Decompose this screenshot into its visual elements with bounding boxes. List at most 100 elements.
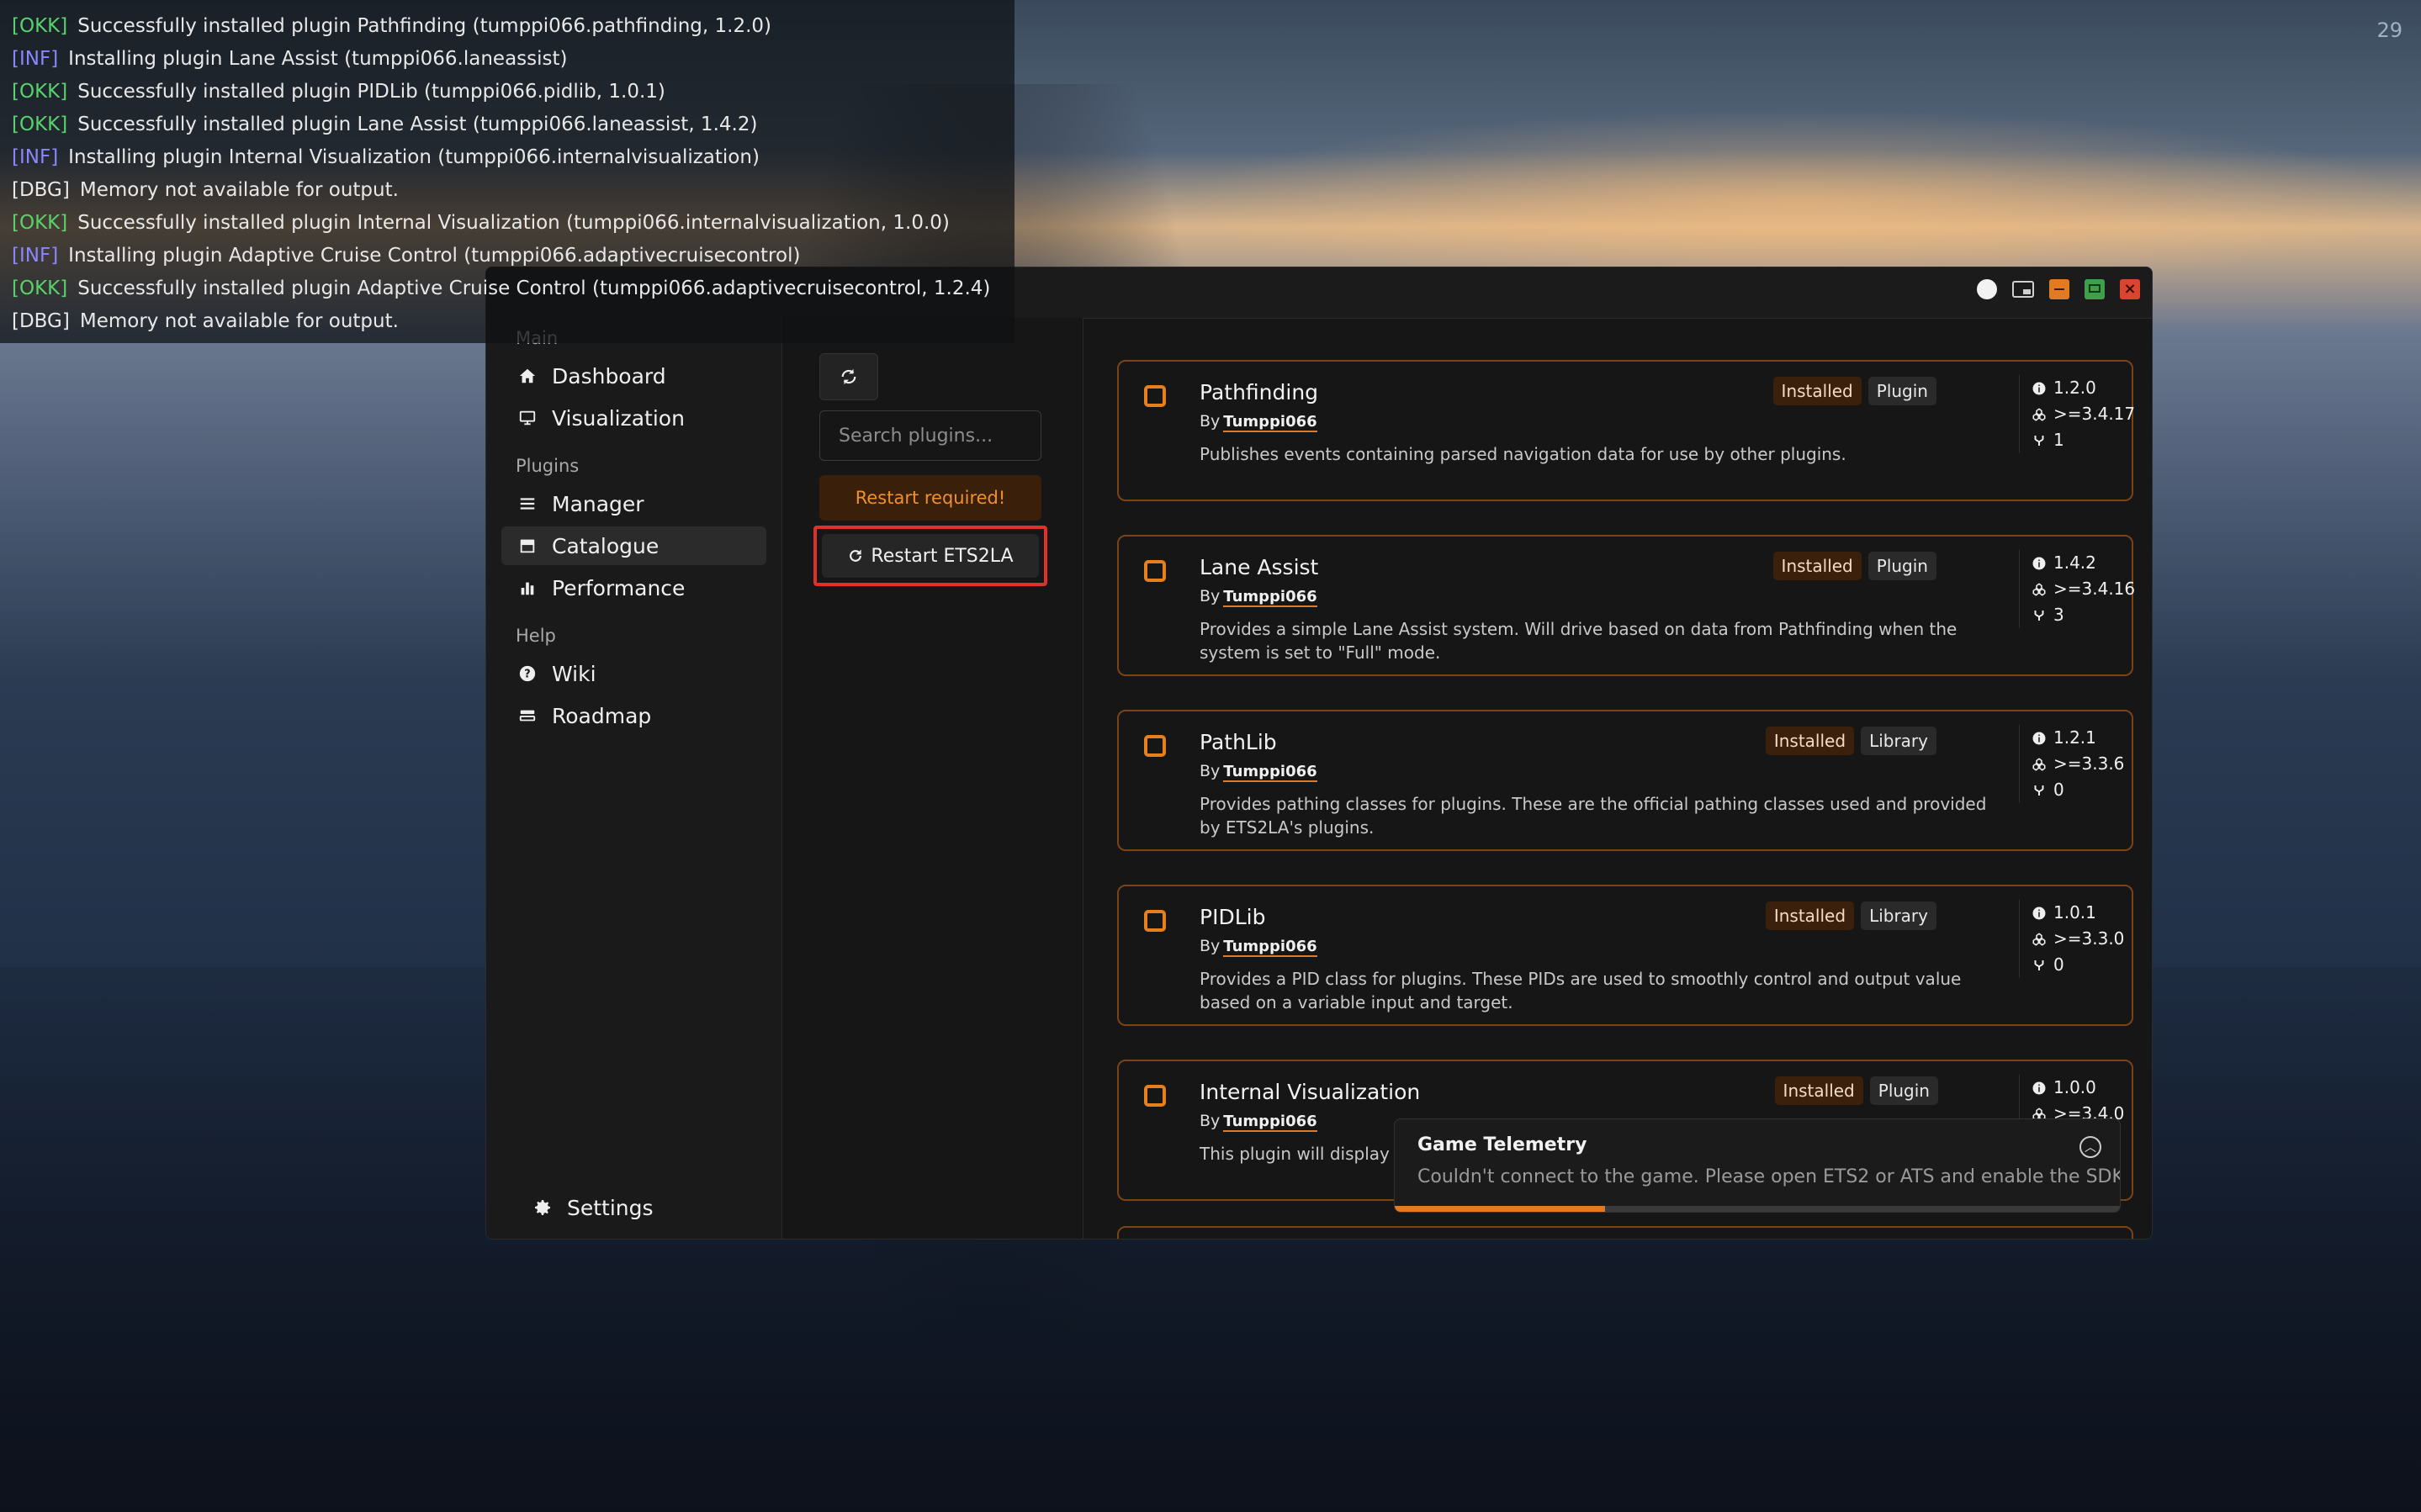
home-icon xyxy=(517,365,538,387)
author-link[interactable]: Tumppi066 xyxy=(1223,588,1317,607)
version-row: 1.2.0 xyxy=(2032,375,2132,401)
sidebar-item-visualization[interactable]: Visualization xyxy=(501,399,766,437)
restart-button[interactable]: Restart ETS2LA xyxy=(822,534,1039,578)
plugin-dependents: 3 xyxy=(2053,605,2064,625)
log-text: Successfully installed plugin Lane Assis… xyxy=(77,114,758,135)
plugin-description: Provides a simple Lane Assist system. Wi… xyxy=(1200,619,1957,663)
toast-message: Couldn't connect to the game. Please ope… xyxy=(1417,1166,2121,1187)
plugin-description: Publishes events containing parsed navig… xyxy=(1200,444,1846,464)
author-link[interactable]: Tumppi066 xyxy=(1223,938,1317,957)
info-icon xyxy=(2032,731,2047,746)
plugin-version: 1.2.0 xyxy=(2053,378,2096,398)
svg-text:?: ? xyxy=(524,669,530,681)
plugin-name: PIDLib xyxy=(1200,905,1266,929)
sidebar-item-roadmap[interactable]: Roadmap xyxy=(501,696,766,735)
notification-toast[interactable]: Game Telemetry Couldn't connect to the g… xyxy=(1394,1118,2121,1213)
monitor-icon xyxy=(517,407,538,429)
plugin-meta: 1.2.0 >=3.4.17 1 xyxy=(2019,375,2135,453)
dependents-row: 0 xyxy=(2032,777,2132,803)
sidebar-item-manager[interactable]: Manager xyxy=(501,484,766,523)
sidebar-section-heading: Help xyxy=(516,626,556,646)
corner-counter: 29 xyxy=(2376,19,2402,42)
dependencies-icon xyxy=(2032,932,2047,947)
search-input[interactable] xyxy=(819,410,1041,461)
fork-icon xyxy=(2032,433,2047,448)
list-icon xyxy=(517,493,538,515)
sidebar-item-dashboard[interactable]: Dashboard xyxy=(501,357,766,395)
minimize-button[interactable] xyxy=(2049,279,2069,299)
plugin-name: Internal Visualization xyxy=(1200,1080,1421,1104)
plugin-meta: 1.4.2 >=3.4.16 3 xyxy=(2019,550,2135,628)
dependents-row: 3 xyxy=(2032,602,2132,628)
picture-in-picture-icon[interactable] xyxy=(2012,281,2034,298)
log-line: [OKK] Successfully installed plugin PIDLi… xyxy=(12,76,1003,108)
fork-icon xyxy=(2032,783,2047,798)
log-line: [INF] Installing plugin Internal Visualiz… xyxy=(12,141,1003,174)
log-level: [DBG] xyxy=(12,310,70,332)
sidebar-item-settings[interactable]: Settings xyxy=(517,1188,797,1227)
version-row: 1.0.0 xyxy=(2032,1075,2132,1101)
sidebar-item-label: Settings xyxy=(567,1195,654,1220)
sidebar-item-wiki[interactable]: ? Wiki xyxy=(501,654,766,693)
sidebar-item-performance[interactable]: Performance xyxy=(501,568,766,607)
log-line: [OKK] Successfully installed plugin Inter… xyxy=(12,207,1003,240)
plugin-card[interactable]: PathLib By Tumppi066 Provides pathing class… xyxy=(1117,710,2133,851)
author-link[interactable]: Tumppi066 xyxy=(1223,763,1317,782)
requires-row: >=3.4.16 xyxy=(2032,576,2135,602)
refresh-button[interactable] xyxy=(819,353,878,400)
plugin-card[interactable]: Lane Assist By Tumppi066 Provides a simple … xyxy=(1117,535,2135,676)
log-level: [OKK] xyxy=(12,278,68,299)
plugin-author-line: By Tumppi066 xyxy=(1200,587,1317,607)
plugin-checkbox[interactable] xyxy=(1144,735,1166,757)
plugin-badges: Installed Library xyxy=(1765,901,1936,930)
plugin-requires: >=3.3.0 xyxy=(2053,928,2125,949)
log-text: Memory not available for output. xyxy=(79,179,399,201)
dependencies-icon xyxy=(2032,582,2047,597)
maximize-button[interactable] xyxy=(2085,279,2105,299)
close-button[interactable]: × xyxy=(2120,279,2140,299)
sidebar-item-catalogue[interactable]: Catalogue xyxy=(501,526,766,565)
author-prefix: By xyxy=(1200,1112,1221,1130)
plugin-list[interactable]: Pathfinding By Tumppi066 Publishes events c… xyxy=(1083,318,2152,1239)
plugin-name: PathLib xyxy=(1200,730,1277,754)
theme-toggle-icon[interactable] xyxy=(1977,279,1997,299)
log-text: Installing plugin Adaptive Cruise Contro… xyxy=(68,245,801,267)
info-icon xyxy=(2032,906,2047,921)
log-line: [OKK] Successfully installed plugin Lane … xyxy=(12,108,1003,141)
plugin-card[interactable] xyxy=(1117,1226,2133,1239)
plugin-badges: Installed Plugin xyxy=(1772,377,1936,405)
type-badge: Library xyxy=(1861,727,1936,755)
info-icon xyxy=(2032,556,2047,571)
dependencies-icon xyxy=(2032,757,2047,772)
plugin-checkbox[interactable] xyxy=(1144,910,1166,932)
plugin-version: 1.0.0 xyxy=(2053,1077,2096,1097)
log-text: Successfully installed plugin Pathfindin… xyxy=(77,15,772,37)
plugin-name: Pathfinding xyxy=(1200,380,1319,404)
plugin-checkbox[interactable] xyxy=(1144,385,1166,407)
toast-progress xyxy=(1395,1206,2120,1212)
sidebar: MainDashboardVisualizationPluginsManager… xyxy=(486,318,782,1239)
plugin-badges: Installed Plugin xyxy=(1774,1076,1938,1105)
plugin-author-line: By Tumppi066 xyxy=(1200,762,1317,782)
type-badge: Library xyxy=(1861,901,1936,930)
sidebar-item-label: Wiki xyxy=(552,661,596,686)
log-level: [INF] xyxy=(12,245,59,267)
log-level: [OKK] xyxy=(12,81,68,103)
plugin-checkbox[interactable] xyxy=(1144,1085,1166,1107)
plugin-checkbox[interactable] xyxy=(1144,560,1166,582)
author-link[interactable]: Tumppi066 xyxy=(1223,413,1317,432)
log-text: Installing plugin Internal Visualization… xyxy=(68,146,760,168)
toast-progress-fill xyxy=(1395,1206,1605,1212)
app-window: × MainDashboardVisualizationPluginsManag… xyxy=(485,267,2153,1240)
restart-button-highlight: Restart ETS2LA xyxy=(813,526,1047,586)
plugin-card[interactable]: Pathfinding By Tumppi066 Publishes events c… xyxy=(1117,360,2135,501)
plugin-card[interactable]: PIDLib By Tumppi066 Provides a PID class fo… xyxy=(1117,885,2133,1026)
info-icon xyxy=(2032,381,2047,396)
log-level: [OKK] xyxy=(12,114,68,135)
type-badge: Plugin xyxy=(1867,377,1936,405)
log-level: [DBG] xyxy=(12,179,70,201)
log-line: [INF] Installing plugin Adaptive Cruise C… xyxy=(12,240,1003,272)
chevron-up-icon[interactable]: ︿ xyxy=(2079,1136,2101,1158)
author-link[interactable]: Tumppi066 xyxy=(1223,1113,1317,1132)
type-badge: Plugin xyxy=(1867,552,1936,580)
